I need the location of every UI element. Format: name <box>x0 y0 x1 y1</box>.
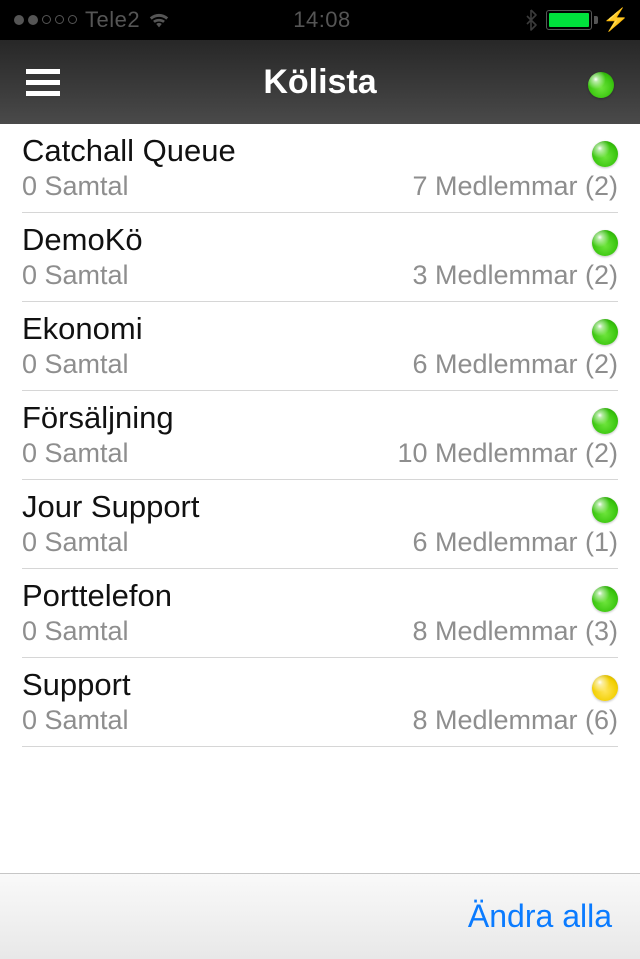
edit-all-button[interactable]: Ändra alla <box>468 898 612 935</box>
queue-item[interactable]: Ekonomi0 Samtal 6 Medlemmar (2) <box>0 302 640 391</box>
queue-calls: 0 Samtal <box>22 260 129 291</box>
queue-name: Ekonomi <box>22 311 143 347</box>
queue-item[interactable]: Försäljning0 Samtal 10 Medlemmar (2) <box>0 391 640 480</box>
queue-members: 6 Medlemmar (1) <box>412 527 618 558</box>
page-title: Kölista <box>0 63 640 102</box>
queue-status-dot-icon <box>592 675 618 701</box>
queue-calls: 0 Samtal <box>22 616 129 647</box>
queue-item[interactable]: DemoKö0 Samtal 3 Medlemmar (2) <box>0 213 640 302</box>
queue-members: 10 Medlemmar (2) <box>397 438 618 469</box>
queue-item[interactable]: Catchall Queue0 Samtal 7 Medlemmar (2) <box>0 124 640 213</box>
status-bar: Tele2 14:08 ⚡ <box>0 0 640 40</box>
bluetooth-icon <box>524 9 538 31</box>
queue-members: 3 Medlemmar (2) <box>412 260 618 291</box>
wifi-icon <box>148 11 170 29</box>
battery-icon: ⚡ <box>546 10 630 30</box>
queue-item[interactable]: Support0 Samtal 8 Medlemmar (6) <box>0 658 640 747</box>
app-header: Kölista <box>0 40 640 124</box>
queue-status-dot-icon <box>592 319 618 345</box>
queue-calls: 0 Samtal <box>22 438 129 469</box>
queue-members: 7 Medlemmar (2) <box>412 171 618 202</box>
queue-status-dot-icon <box>592 586 618 612</box>
queue-members: 6 Medlemmar (2) <box>412 349 618 380</box>
queue-item[interactable]: Jour Support0 Samtal 6 Medlemmar (1) <box>0 480 640 569</box>
queue-calls: 0 Samtal <box>22 171 129 202</box>
queue-calls: 0 Samtal <box>22 527 129 558</box>
queue-name: DemoKö <box>22 222 143 258</box>
queue-name: Försäljning <box>22 400 174 436</box>
queue-members: 8 Medlemmar (3) <box>412 616 618 647</box>
queue-status-dot-icon <box>592 230 618 256</box>
footer-bar: Ändra alla <box>0 873 640 959</box>
queue-calls: 0 Samtal <box>22 705 129 736</box>
queue-name: Jour Support <box>22 489 200 525</box>
queue-item[interactable]: Porttelefon0 Samtal 8 Medlemmar (3) <box>0 569 640 658</box>
queue-status-dot-icon <box>592 497 618 523</box>
queue-list: Catchall Queue0 Samtal7 Medlemmar (2)Dem… <box>0 124 640 747</box>
signal-strength-icon <box>14 15 77 25</box>
queue-status-dot-icon <box>592 408 618 434</box>
queue-calls: 0 Samtal <box>22 349 129 380</box>
queue-name: Catchall Queue <box>22 133 236 169</box>
queue-status-dot-icon <box>592 141 618 167</box>
carrier-label: Tele2 <box>85 7 140 33</box>
queue-members: 8 Medlemmar (6) <box>412 705 618 736</box>
queue-name: Support <box>22 667 131 703</box>
queue-name: Porttelefon <box>22 578 172 614</box>
status-time: 14:08 <box>293 7 351 33</box>
